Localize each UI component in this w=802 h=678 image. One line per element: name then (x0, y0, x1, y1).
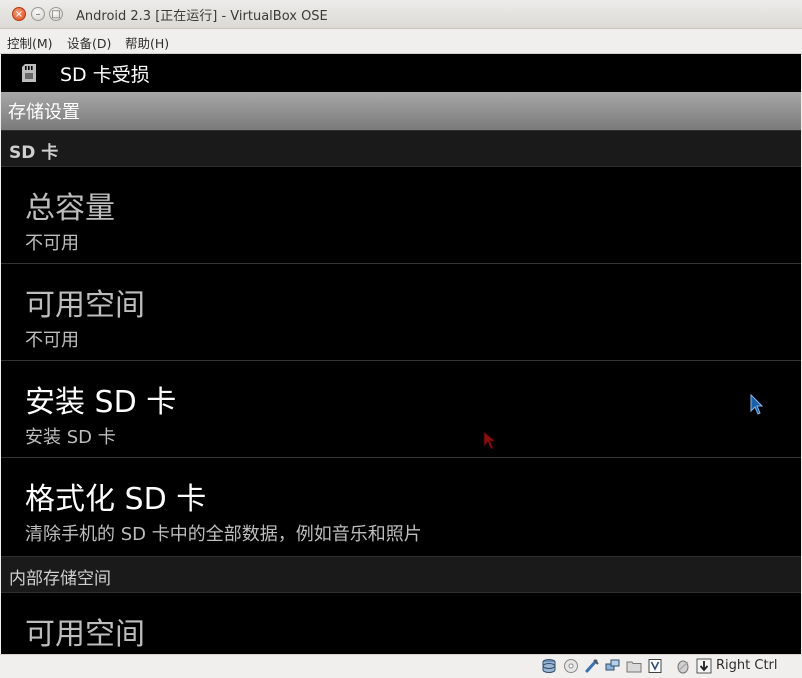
pref-title: 总容量 (25, 191, 115, 226)
category-label: SD 卡 (9, 143, 59, 163)
menu-control[interactable]: 控制(M) (7, 33, 53, 52)
pref-available-space: 可用空间 不可用 (1, 264, 801, 361)
pref-title: 安装 SD 卡 (25, 385, 177, 420)
window-title: Android 2.3 [正在运行] - VirtualBox OSE (76, 9, 328, 24)
pref-internal-available: 可用空间 (1, 593, 801, 654)
pref-summary: 不可用 (25, 233, 79, 254)
sd-card-icon (22, 64, 36, 82)
pref-summary: 安装 SD 卡 (25, 427, 116, 448)
mouse-integration-icon[interactable] (675, 658, 691, 674)
vrdp-icon[interactable] (647, 658, 663, 674)
guest-cursor-icon (483, 431, 497, 450)
pref-mount-sd[interactable]: 安装 SD 卡 安装 SD 卡 (1, 361, 801, 458)
settings-header: 存储设置 (1, 92, 801, 130)
cd-icon[interactable] (563, 658, 579, 674)
shared-folder-icon[interactable] (626, 658, 642, 674)
maximize-icon[interactable]: □ (49, 7, 63, 21)
settings-header-title: 存储设置 (8, 102, 80, 123)
android-title: SD 卡受损 (60, 64, 150, 86)
host-key-arrow-icon (696, 658, 712, 674)
pref-title: 可用空间 (25, 288, 145, 323)
hard-disk-icon[interactable] (541, 658, 557, 674)
pref-summary: 清除手机的 SD 卡中的全部数据，例如音乐和照片 (25, 524, 422, 545)
android-title-bar: SD 卡受损 (1, 54, 801, 92)
close-icon[interactable]: × (12, 7, 26, 21)
network-icon[interactable] (605, 658, 621, 674)
guest-screen[interactable]: SD 卡受损 存储设置 SD 卡 总容量 不可用 可用空间 不可用 安装 SD … (1, 54, 801, 654)
pref-format-sd[interactable]: 格式化 SD 卡 清除手机的 SD 卡中的全部数据，例如音乐和照片 (1, 458, 801, 555)
pref-total-capacity: 总容量 不可用 (1, 167, 801, 264)
menu-devices[interactable]: 设备(D) (67, 33, 111, 52)
title-bar: × – □ Android 2.3 [正在运行] - VirtualBox OS… (0, 0, 802, 29)
virtualbox-window: × – □ Android 2.3 [正在运行] - VirtualBox OS… (0, 0, 802, 678)
status-bar: Right Ctrl (0, 654, 802, 678)
host-cursor-icon (750, 394, 764, 415)
category-label: 内部存储空间 (9, 569, 111, 589)
pref-title: 可用空间 (25, 617, 145, 652)
menu-bar: 控制(M) 设备(D) 帮助(H) (0, 29, 802, 54)
category-internal-storage: 内部存储空间 (1, 556, 801, 593)
pref-title: 格式化 SD 卡 (25, 482, 207, 517)
usb-icon[interactable] (584, 658, 600, 674)
category-sd-card: SD 卡 (1, 130, 801, 167)
pref-summary: 不可用 (25, 330, 79, 351)
minimize-icon[interactable]: – (31, 7, 45, 21)
host-key-label: Right Ctrl (716, 658, 778, 673)
menu-help[interactable]: 帮助(H) (125, 33, 169, 52)
